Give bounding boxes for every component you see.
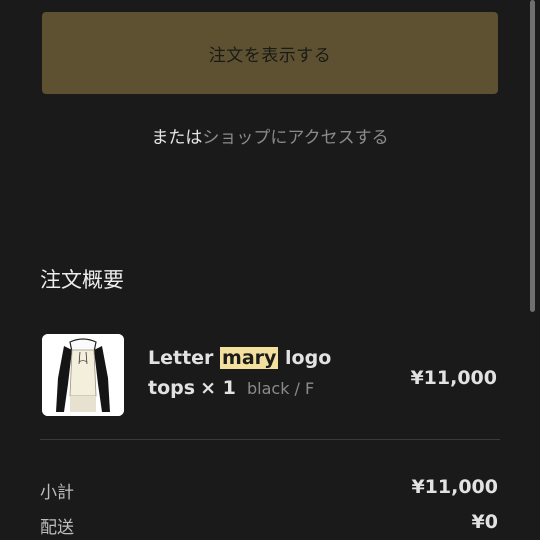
product-variant: black / F [247,379,315,398]
product-name-prefix: Letter [148,347,221,369]
order-summary-title: 注文概要 [40,268,124,292]
shipping-value: ¥0 [471,511,498,533]
page-scrollbar[interactable] [530,0,535,312]
shipping-label: 配送 [40,518,74,538]
product-quantity: × 1 [200,377,236,399]
product-name-suffix: logo [278,347,332,369]
product-image-icon [42,334,124,416]
subtotal-label: 小計 [40,483,74,503]
product-name-highlight: mary [220,347,279,369]
product-thumbnail [42,334,124,416]
view-order-button-label: 注文を表示する [208,45,332,66]
product-price: ¥11,000 [410,367,497,389]
product-type: tops [148,377,196,399]
product-name: Letter mary logo [148,347,331,369]
shop-prompt: またはショップにアクセスする [0,123,540,148]
view-order-button[interactable]: 注文を表示する [42,12,498,94]
shop-prompt-prefix: または [151,128,203,148]
checkout-page: 注文を表示する またはショップにアクセスする 注文概要 Letter mary … [0,0,540,540]
visit-shop-link[interactable]: ショップにアクセスする [202,128,388,148]
subtotal-value: ¥11,000 [411,476,498,498]
summary-divider [40,439,500,440]
product-detail-line: tops × 1 black / F [148,377,314,399]
